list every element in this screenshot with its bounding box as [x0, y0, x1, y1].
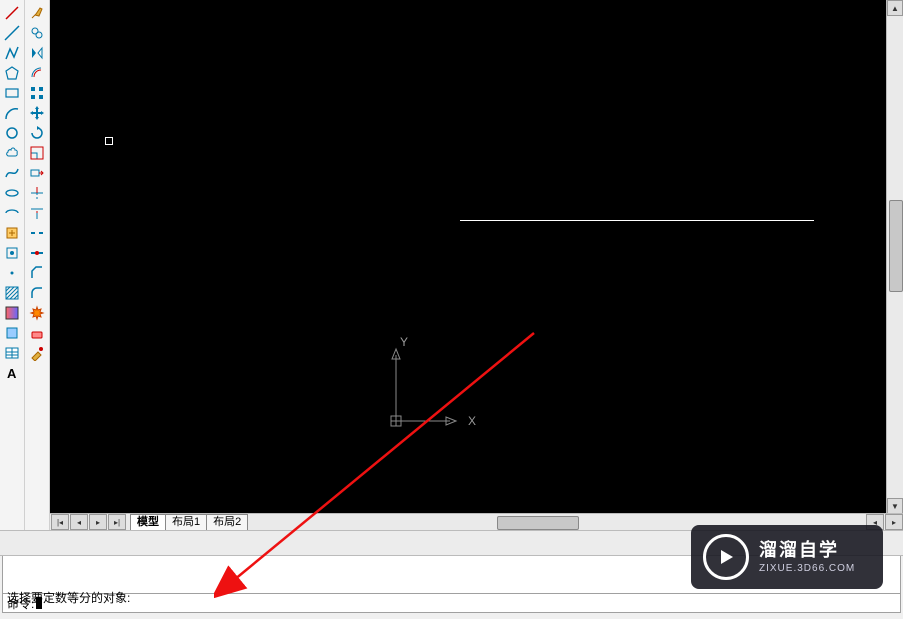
polygon-tool[interactable] [2, 64, 22, 82]
rectangle-tool[interactable] [2, 84, 22, 102]
tab-last-button[interactable]: ▸| [108, 514, 126, 530]
drawn-line-object[interactable] [460, 220, 814, 221]
construction-line-tool[interactable] [2, 24, 22, 42]
vertical-scroll-thumb[interactable] [889, 200, 903, 292]
horizontal-scroll-thumb[interactable] [497, 516, 579, 530]
main-row: A [0, 0, 903, 530]
draw-toolbar: A [0, 0, 25, 530]
region-tool[interactable] [2, 324, 22, 342]
brush-tool[interactable] [27, 4, 47, 22]
scroll-right-button[interactable]: ▸ [885, 514, 903, 530]
vertical-scrollbar[interactable]: ▲ ▼ [886, 0, 903, 514]
line-tool[interactable] [2, 4, 22, 22]
drawing-canvas[interactable]: Y X ▲ ▼ |◂ ◂ ▸ ▸| 模型 布局1 布局2 ◂ ▸ [50, 0, 903, 530]
copy-tool[interactable] [27, 24, 47, 42]
fillet-tool[interactable] [27, 284, 47, 302]
tab-model[interactable]: 模型 [130, 514, 166, 530]
ucs-x-label: X [468, 414, 476, 428]
watermark-sub: ZIXUE.3D66.COM [759, 562, 855, 575]
play-icon [703, 534, 749, 580]
watermark-badge: 溜溜自学 ZIXUE.3D66.COM [691, 525, 883, 589]
insert-block-tool[interactable] [2, 224, 22, 242]
move-tool[interactable] [27, 104, 47, 122]
scale-tool[interactable] [27, 144, 47, 162]
ucs-icon: Y X [388, 335, 508, 435]
tab-layout1[interactable]: 布局1 [165, 514, 207, 530]
layout-tabs: 模型 布局1 布局2 [130, 514, 247, 530]
circle-tool[interactable] [2, 124, 22, 142]
ellipse-tool[interactable] [2, 184, 22, 202]
modify-toolbar [25, 0, 50, 530]
table-tool[interactable] [2, 344, 22, 362]
array-tool[interactable] [27, 84, 47, 102]
extend-tool[interactable] [27, 204, 47, 222]
tab-first-button[interactable]: |◂ [51, 514, 69, 530]
mirror-tool[interactable] [27, 44, 47, 62]
join-tool[interactable] [27, 244, 47, 262]
point-tool[interactable] [2, 264, 22, 282]
scroll-down-button[interactable]: ▼ [887, 498, 903, 514]
offset-tool[interactable] [27, 64, 47, 82]
tab-prev-button[interactable]: ◂ [70, 514, 88, 530]
stretch-tool[interactable] [27, 164, 47, 182]
chamfer-tool[interactable] [27, 264, 47, 282]
ucs-y-label: Y [400, 335, 408, 349]
erase-tool[interactable] [27, 324, 47, 342]
history-line-1: 选择要定数等分的对象: [7, 590, 896, 606]
break-tool[interactable] [27, 224, 47, 242]
make-block-tool[interactable] [2, 244, 22, 262]
gradient-tool[interactable] [2, 304, 22, 322]
text-tool[interactable]: A [2, 364, 22, 382]
watermark-title: 溜溜自学 [759, 539, 855, 562]
rotate-tool[interactable] [27, 124, 47, 142]
explode-tool[interactable] [27, 304, 47, 322]
hatch-tool[interactable] [2, 284, 22, 302]
tab-next-button[interactable]: ▸ [89, 514, 107, 530]
svg-text:A: A [7, 366, 17, 381]
spline-tool[interactable] [2, 164, 22, 182]
polyline-tool[interactable] [2, 44, 22, 62]
ellipse-arc-tool[interactable] [2, 204, 22, 222]
arc-tool[interactable] [2, 104, 22, 122]
trim-tool[interactable] [27, 184, 47, 202]
pickbox-cursor [105, 137, 113, 145]
match-properties-tool[interactable] [27, 344, 47, 362]
revision-cloud-tool[interactable] [2, 144, 22, 162]
tab-layout2[interactable]: 布局2 [206, 514, 248, 530]
scroll-up-button[interactable]: ▲ [887, 0, 903, 16]
